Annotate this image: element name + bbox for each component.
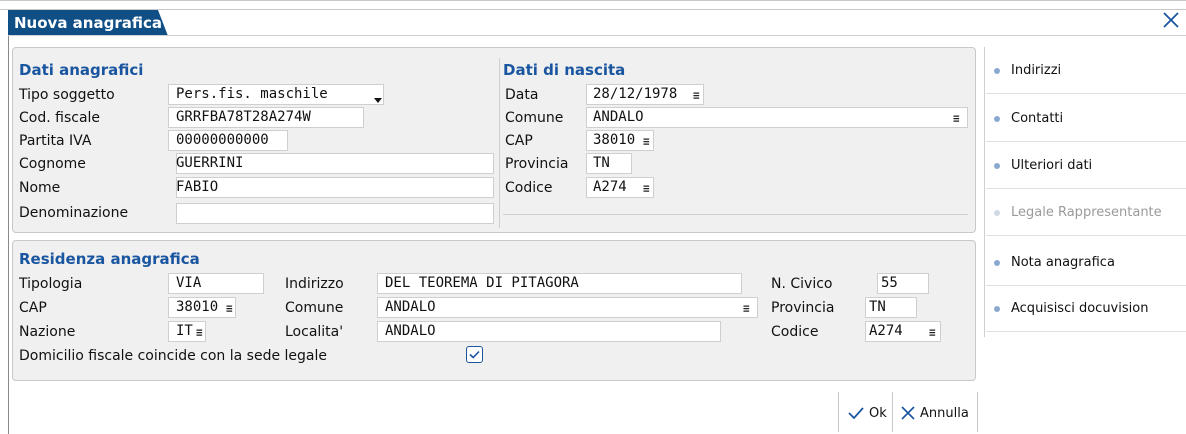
- civico-label: N. Civico: [771, 276, 833, 292]
- provincia-nascita-value: TN: [593, 155, 610, 171]
- sidebar-item-label: Acquisisci docuvision: [1011, 301, 1149, 316]
- nazione-label: Nazione: [19, 324, 76, 340]
- cap-residenza-label: CAP: [19, 300, 47, 316]
- left-border: [8, 10, 9, 434]
- dati-panel: [12, 47, 976, 233]
- check-icon: [469, 350, 480, 359]
- cognome-value: GUERRINI: [176, 155, 244, 171]
- lookup-icon[interactable]: ≡: [643, 182, 650, 195]
- lookup-icon[interactable]: ≡: [196, 326, 203, 339]
- sidebar-divider: [984, 47, 985, 337]
- nazione-value: IT: [176, 323, 193, 339]
- cognome-label: Cognome: [19, 156, 86, 172]
- window-title-tab: Nuova anagrafica: [8, 10, 168, 36]
- codice-nascita-value: A274: [593, 179, 627, 195]
- cap-nascita-value: 38010: [593, 132, 636, 148]
- top-border: [0, 0, 1186, 1]
- localita-value: ANDALO: [385, 323, 436, 339]
- annulla-button[interactable]: Annulla: [892, 392, 978, 432]
- cap-nascita-label: CAP: [505, 133, 533, 149]
- nome-field[interactable]: [176, 177, 494, 198]
- bullet-icon: [994, 210, 1000, 216]
- domicilio-checkbox[interactable]: [466, 346, 483, 363]
- lookup-icon[interactable]: ≡: [693, 89, 700, 102]
- indirizzo-value: DEL TEOREMA DI PITAGORA: [385, 275, 579, 291]
- nascita-bottom-line: [503, 214, 968, 215]
- comune-residenza-value: ANDALO: [385, 299, 436, 315]
- provincia-residenza-value: TN: [869, 299, 886, 315]
- indirizzo-label: Indirizzo: [285, 276, 344, 292]
- lookup-icon[interactable]: ≡: [743, 302, 750, 315]
- nascita-title: Dati di nascita: [503, 61, 626, 79]
- tipo-soggetto-label: Tipo soggetto: [19, 87, 115, 103]
- partita-iva-label: Partita IVA: [19, 133, 92, 149]
- window-title: Nuova anagrafica: [14, 14, 162, 32]
- denominazione-label: Denominazione: [19, 205, 129, 221]
- nome-value: FABIO: [176, 179, 219, 195]
- cap-residenza-value: 38010: [176, 299, 219, 315]
- sidebar-item-acquisisci-docuvision[interactable]: Acquisisci docuvision: [986, 286, 1186, 332]
- civico-value: 55: [881, 275, 898, 291]
- partita-iva-value: 00000000000: [176, 132, 269, 148]
- lookup-icon[interactable]: ≡: [953, 112, 960, 125]
- sidebar-item-label: Legale Rappresentante: [1011, 205, 1162, 220]
- anagrafici-title: Dati anagrafici: [19, 61, 144, 79]
- data-nascita-value: 28/12/1978: [593, 86, 678, 102]
- check-icon: [848, 407, 864, 420]
- sidebar-item-label: Indirizzi: [1011, 63, 1062, 78]
- denominazione-field[interactable]: [176, 203, 494, 224]
- top-border-inner: [0, 9, 1186, 10]
- ok-label: Ok: [869, 406, 887, 421]
- comune-nascita-label: Comune: [505, 110, 564, 126]
- domicilio-label: Domicilio fiscale coincide con la sede l…: [19, 348, 327, 364]
- codice-residenza-label: Codice: [771, 324, 819, 340]
- panel-divider: [499, 58, 500, 228]
- sidebar-item-label: Nota anagrafica: [1011, 255, 1115, 270]
- lookup-icon[interactable]: ≡: [226, 302, 233, 315]
- codice-residenza-value: A274: [869, 323, 903, 339]
- close-icon: [1163, 12, 1179, 28]
- bullet-icon: [994, 68, 1000, 74]
- localita-label: Localita': [285, 324, 344, 340]
- close-button[interactable]: [1160, 9, 1182, 31]
- ok-button[interactable]: Ok: [838, 392, 892, 432]
- comune-residenza-label: Comune: [285, 300, 344, 316]
- tab-underline: [8, 35, 1186, 36]
- tipo-soggetto-value: Pers.fis. maschile: [176, 86, 328, 102]
- tipologia-label: Tipologia: [19, 276, 83, 292]
- bullet-icon: [994, 260, 1000, 266]
- provincia-residenza-label: Provincia: [771, 300, 835, 316]
- tipologia-value: VIA: [176, 275, 202, 291]
- sidebar-item-indirizzi[interactable]: Indirizzi: [986, 48, 1186, 94]
- cod-fiscale-label: Cod. fiscale: [19, 110, 101, 126]
- close-icon: [901, 406, 915, 420]
- residenza-title: Residenza anagrafica: [19, 250, 200, 268]
- sidebar-item-contatti[interactable]: Contatti: [986, 96, 1186, 142]
- sidebar-item-label: Contatti: [1011, 111, 1064, 126]
- annulla-label: Annulla: [920, 406, 969, 421]
- codice-nascita-label: Codice: [505, 180, 553, 196]
- bullet-icon: [994, 116, 1000, 122]
- lookup-icon[interactable]: ≡: [929, 326, 936, 339]
- lookup-icon[interactable]: ≡: [643, 135, 650, 148]
- sidebar-item-label: Ulteriori dati: [1011, 158, 1093, 173]
- chevron-down-icon[interactable]: [373, 92, 383, 108]
- sidebar-item-ulteriori-dati[interactable]: Ulteriori dati: [986, 143, 1186, 189]
- bullet-icon: [994, 163, 1000, 169]
- nome-label: Nome: [19, 180, 61, 196]
- provincia-nascita-label: Provincia: [505, 156, 569, 172]
- sidebar-item-legale-rappresentante: Legale Rappresentante: [986, 190, 1186, 236]
- data-nascita-label: Data: [505, 87, 539, 103]
- sidebar-item-nota-anagrafica[interactable]: Nota anagrafica: [986, 240, 1186, 286]
- bullet-icon: [994, 306, 1000, 312]
- cod-fiscale-value: GRRFBA78T28A274W: [176, 109, 311, 125]
- comune-nascita-value: ANDALO: [593, 109, 644, 125]
